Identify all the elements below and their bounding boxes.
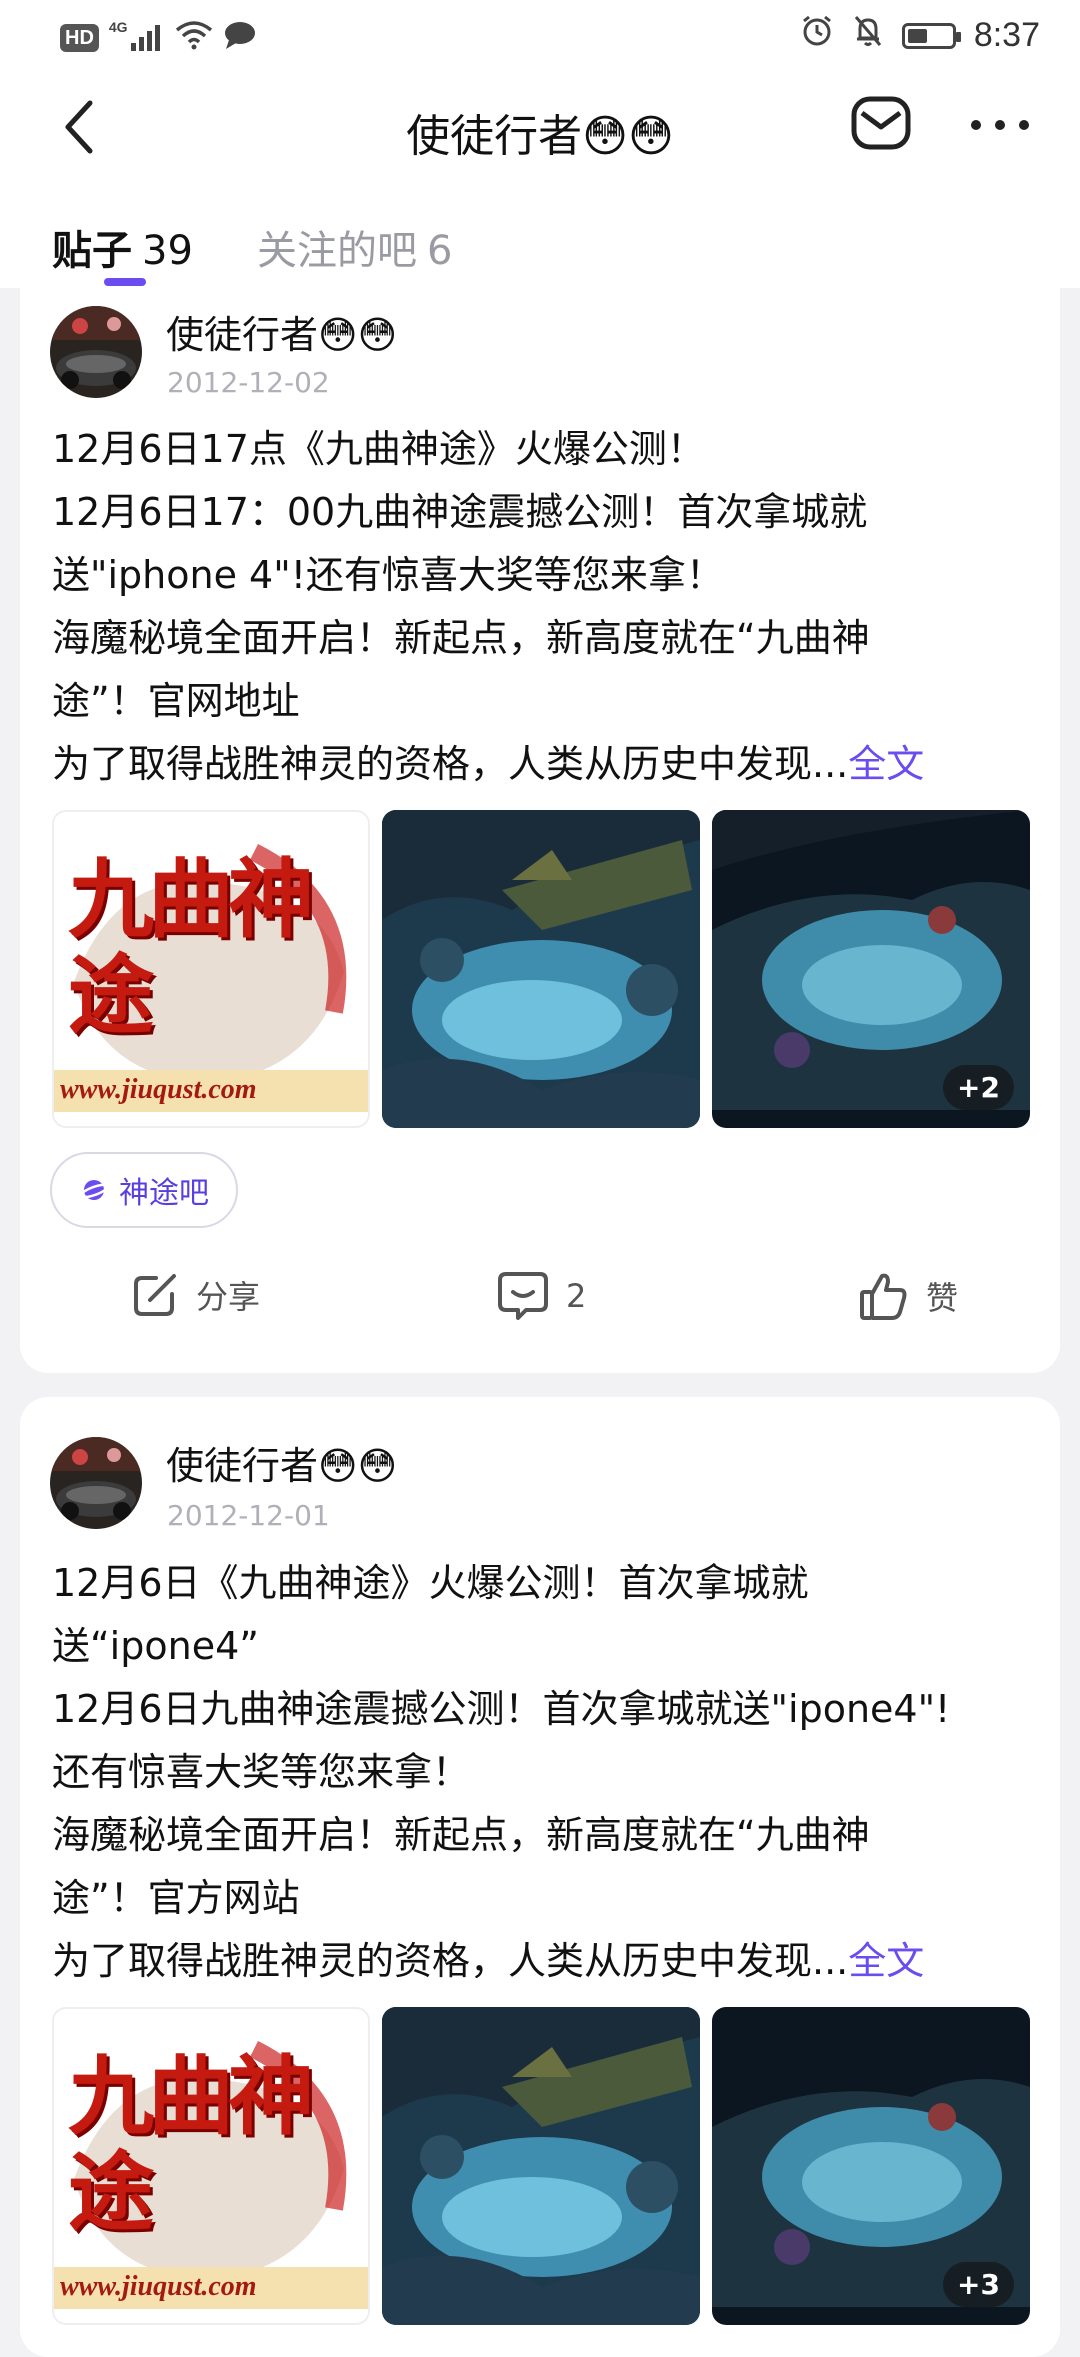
post-line: 为了取得战胜神灵的资格，人类从历史中发现... xyxy=(52,1939,849,1983)
battery-level xyxy=(907,28,927,43)
status-bar: HD 4G 8:37 xyxy=(0,0,1080,72)
post-line: 12月6日17点《九曲神途》火爆公测！ xyxy=(52,427,705,471)
logo-url: www.jiuqust.com xyxy=(60,1074,257,1105)
read-more-link[interactable]: 全文 xyxy=(848,1939,924,1983)
tab-posts[interactable]: 贴子 39 xyxy=(52,218,193,276)
page-title: 使徒行者😳😳 xyxy=(406,111,674,162)
post-line: 为了取得战胜神灵的资格，人类从历史中发现... xyxy=(52,742,849,786)
post-card[interactable]: 使徒行者😳😳 2012-12-01 12月6日《九曲神途》火爆公测！首次拿城就 … xyxy=(20,1397,1060,2357)
post-content[interactable]: 12月6日17点《九曲神途》火爆公测！ 12月6日17：00九曲神途震撼公测！首… xyxy=(52,418,1042,796)
message-button[interactable] xyxy=(848,90,914,156)
post-line: 还有惊喜大奖等您来拿！ xyxy=(52,1750,471,1794)
top-navigation-bar: 使徒行者😳😳 xyxy=(0,72,1080,182)
tab-bar: 贴子 39 关注的吧 6 xyxy=(0,182,1080,288)
read-more-link[interactable]: 全文 xyxy=(848,742,924,786)
post-image-scene[interactable]: +3 xyxy=(712,2007,1030,2325)
post-line: 12月6日《九曲神途》火爆公测！首次拿城就 xyxy=(52,1561,809,1605)
post-line: 途”！官方网站 xyxy=(52,1876,300,1920)
avatar[interactable] xyxy=(50,306,142,398)
tab-followed-forums[interactable]: 关注的吧 6 xyxy=(257,218,452,276)
share-button[interactable]: 分享 xyxy=(130,1270,260,1320)
post-card[interactable]: 使徒行者😳😳 2012-12-02 12月6日17点《九曲神途》火爆公测！ 12… xyxy=(20,288,1060,1373)
tab-followed-forums-label: 关注的吧 xyxy=(257,228,417,274)
post-line: 12月6日九曲神途震撼公测！首次拿城就送"ipone4"! xyxy=(52,1687,951,1731)
comment-button[interactable]: 2 xyxy=(496,1270,586,1322)
post-image-scene[interactable]: +2 xyxy=(712,810,1030,1128)
share-label: 分享 xyxy=(196,1278,261,1316)
forum-tag-button[interactable]: 神途吧 xyxy=(50,1152,238,1228)
more-dots-icon xyxy=(971,120,1029,130)
clock-time: 8:37 xyxy=(973,16,1040,54)
chat-notification-icon xyxy=(223,20,257,55)
post-image-scene[interactable] xyxy=(382,810,700,1128)
battery-icon xyxy=(901,22,961,49)
wifi-icon xyxy=(175,20,213,55)
post-line: 海魔秘境全面开启！新起点，新高度就在“九曲神 xyxy=(52,1813,870,1857)
share-icon xyxy=(134,1274,176,1316)
like-label: 赞 xyxy=(926,1279,959,1317)
post-image-logo[interactable]: 九曲神途 www.jiuqust.com xyxy=(52,810,370,1128)
signal-icon: 4G xyxy=(109,19,165,53)
active-tab-indicator xyxy=(104,278,146,286)
tab-posts-count: 39 xyxy=(142,228,193,274)
post-line: 送“ipone4” xyxy=(52,1624,259,1668)
more-images-badge: +2 xyxy=(943,1065,1014,1110)
logo-title: 九曲神途 xyxy=(68,849,314,1046)
tab-followed-forums-count: 6 xyxy=(427,228,453,274)
post-line: 送"iphone 4"!还有惊喜大奖等您来拿！ xyxy=(52,553,724,597)
post-line: 海魔秘境全面开启！新起点，新高度就在“九曲神 xyxy=(52,616,870,660)
like-button[interactable]: 赞 xyxy=(858,1270,958,1322)
post-line: 途”！官网地址 xyxy=(52,679,300,723)
logo-title: 九曲神途 xyxy=(68,2046,314,2243)
post-image-scene[interactable] xyxy=(382,2007,700,2325)
thumbs-up-icon xyxy=(860,1273,907,1320)
hd-badge: HD xyxy=(60,23,99,52)
comment-icon xyxy=(498,1272,548,1320)
comment-count: 2 xyxy=(566,1277,587,1315)
logo-url: www.jiuqust.com xyxy=(60,2271,257,2302)
alarm-icon xyxy=(800,14,834,57)
forum-planet-icon xyxy=(79,1180,109,1200)
post-author[interactable]: 使徒行者😳😳 xyxy=(166,1435,397,1490)
post-date: 2012-12-01 xyxy=(167,1499,330,1532)
forum-tag-label: 神途吧 xyxy=(119,1176,209,1211)
post-date: 2012-12-02 xyxy=(167,366,330,399)
post-image-logo[interactable]: 九曲神途 www.jiuqust.com xyxy=(52,2007,370,2325)
mail-icon xyxy=(851,96,911,150)
post-content[interactable]: 12月6日《九曲神途》火爆公测！首次拿城就 送“ipone4” 12月6日九曲神… xyxy=(52,1552,1042,1993)
mute-bell-icon xyxy=(852,14,884,57)
avatar[interactable] xyxy=(50,1437,142,1529)
post-author[interactable]: 使徒行者😳😳 xyxy=(166,304,397,359)
more-images-badge: +3 xyxy=(943,2262,1014,2307)
tab-posts-label: 贴子 xyxy=(52,228,132,274)
more-options-button[interactable] xyxy=(965,100,1035,150)
post-line: 12月6日17：00九曲神途震撼公测！首次拿城就 xyxy=(52,490,868,534)
